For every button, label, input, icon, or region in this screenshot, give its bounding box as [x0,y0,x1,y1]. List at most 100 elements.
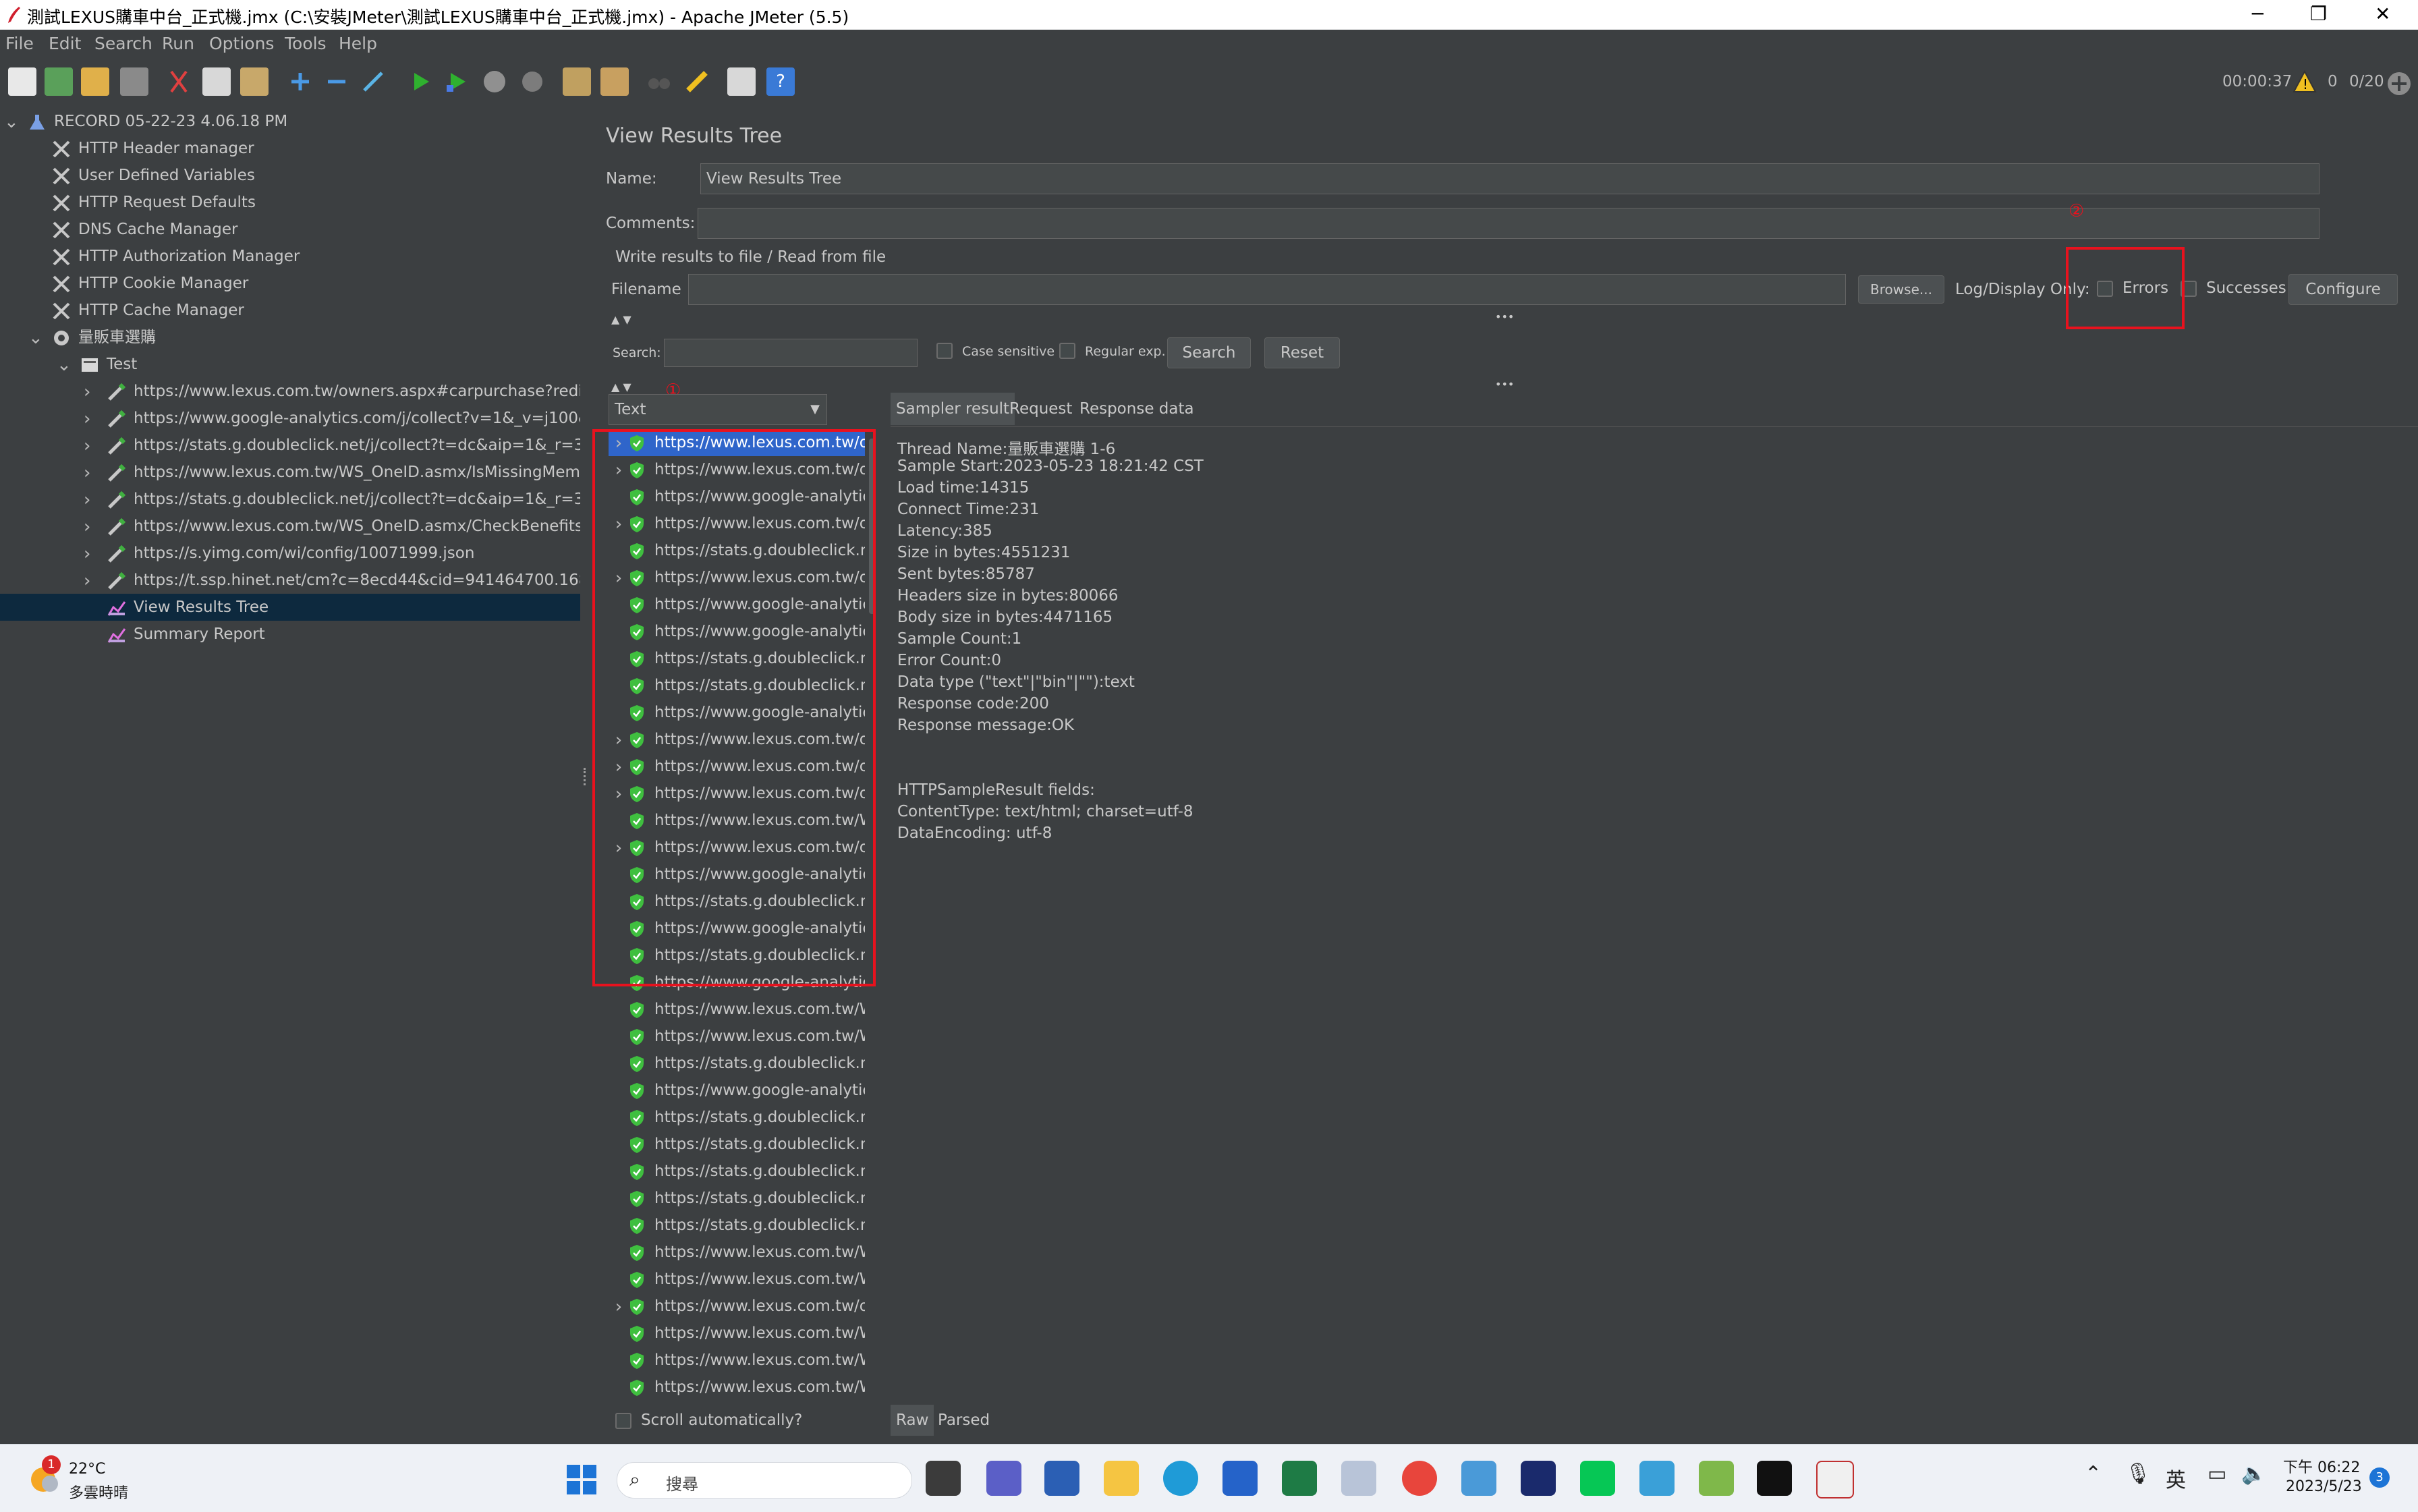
result-row[interactable]: https://stats.g.doubleclick.ne [609,1158,865,1185]
start-no-pause-icon[interactable] [443,67,471,96]
close-button[interactable]: ✕ [2375,3,2390,25]
result-row[interactable]: https://www.lexus.com.tw/W [609,1023,865,1050]
collapse-chevron-icon[interactable]: ⌄ [4,113,19,131]
expand-chevron-icon[interactable]: › [609,1293,629,1320]
terminal-icon[interactable] [1757,1461,1792,1496]
menu-run[interactable]: Run [162,34,194,53]
name-input[interactable]: View Results Tree [700,163,2319,194]
configure-button[interactable]: Configure [2288,274,2398,305]
warning-icon[interactable]: ! [2293,70,2317,93]
tree-sampler[interactable]: https://www.google-analytics.com/j/colle… [107,405,613,432]
network-icon[interactable]: ▭ [2208,1462,2226,1486]
stop-icon[interactable] [480,67,509,96]
tab-sampler-result[interactable]: Sampler result [891,393,1015,425]
start-icon[interactable] [406,67,434,96]
word-icon[interactable] [1044,1461,1079,1496]
regular-exp-checkbox[interactable] [1059,343,1075,359]
paste-icon[interactable] [240,67,269,96]
result-row[interactable]: https://stats.g.doubleclick.ne [609,1212,865,1239]
tree-sampler[interactable]: https://www.lexus.com.tw/WS_OneID.asmx/C… [107,513,613,540]
tree-config-item[interactable]: DNS Cache Manager [51,216,237,243]
help-icon[interactable]: ? [766,67,795,96]
filename-input[interactable] [688,274,1846,305]
tree-controller[interactable]: Test [80,351,137,378]
jmeter-taskbar-icon[interactable] [1816,1461,1854,1499]
save-icon[interactable] [120,67,148,96]
expand-chevron-icon[interactable]: › [84,545,96,563]
shutdown-icon[interactable] [518,67,546,96]
line-icon[interactable] [1580,1461,1615,1496]
tab-response-data[interactable]: Response data [1079,393,1194,425]
clock-time[interactable]: 下午 06:22 [2283,1455,2360,1477]
result-row[interactable]: https://stats.g.doubleclick.ne [609,1185,865,1212]
expand-icon[interactable] [286,67,314,96]
expand-chevron-icon[interactable]: › [84,572,96,590]
clear-icon[interactable] [563,67,591,96]
tree-config-item[interactable]: HTTP Cookie Manager [51,270,248,297]
result-row[interactable]: https://www.lexus.com.tw/W [609,1347,865,1374]
photos-icon[interactable] [1341,1461,1376,1496]
tree-listener-view-results-tree[interactable]: View Results Tree [0,594,580,621]
tab-request[interactable]: Request [1009,393,1072,425]
tree-config-item[interactable]: User Defined Variables [51,162,255,189]
scroll-automatically-checkbox[interactable] [615,1413,631,1429]
minimize-button[interactable]: ─ [2252,3,2264,25]
result-row[interactable]: https://www.lexus.com.tw/W [609,1266,865,1293]
templates-icon[interactable] [45,67,73,96]
browse-button[interactable]: Browse... [1858,275,1944,304]
menu-options[interactable]: Options [209,34,274,53]
snipping-tool-icon[interactable] [1639,1461,1675,1496]
expand-chevron-icon[interactable]: › [84,383,96,401]
edge-icon[interactable] [1163,1461,1198,1496]
result-row[interactable]: https://www.lexus.com.tw/W [609,1320,865,1347]
chat-icon[interactable] [986,1461,1021,1496]
chrome-icon[interactable] [1402,1461,1437,1496]
menu-edit[interactable]: Edit [49,34,81,53]
notification-badge[interactable]: 3 [2369,1467,2390,1488]
reset-button[interactable]: Reset [1264,337,1340,368]
collapse-arrows-icon[interactable]: ▲ ▼ [611,313,631,326]
result-row[interactable]: https://stats.g.doubleclick.ne [609,1050,865,1077]
tree-config-item[interactable]: HTTP Header manager [51,135,254,162]
toggle-icon[interactable] [359,67,387,96]
expand-chevron-icon[interactable]: › [84,410,96,428]
ime-indicator[interactable]: 英 [2166,1463,2186,1493]
menu-file[interactable]: File [5,34,34,53]
tree-config-item[interactable]: HTTP Cache Manager [51,297,244,324]
open-icon[interactable] [81,67,109,96]
expand-chevron-icon[interactable]: › [84,437,96,455]
tree-listener-summary-report[interactable]: Summary Report [107,621,265,648]
tree-thread-group[interactable]: 量販車選購 [51,324,156,351]
result-row[interactable]: › https://www.lexus.com.tw/ow [609,1293,865,1320]
case-sensitive-checkbox[interactable] [936,343,953,359]
collapse-arrows-icon[interactable]: ▲ ▼ [611,381,631,393]
tree-sampler[interactable]: https://s.yimg.com/wi/config/10071999.js… [107,540,474,567]
task-view-icon[interactable] [926,1461,961,1496]
result-row[interactable]: https://www.lexus.com.tw/W [609,1374,865,1401]
new-icon[interactable] [8,67,36,96]
splitter-dots-icon[interactable]: ••• [1495,310,1514,323]
webex-icon[interactable] [1521,1461,1556,1496]
app-icon[interactable] [1461,1461,1496,1496]
store-icon[interactable] [1222,1461,1258,1496]
function-helper-icon[interactable] [727,67,756,96]
maximize-button[interactable]: ❐ [2310,3,2327,25]
file-explorer-icon[interactable] [1104,1461,1139,1496]
copy-icon[interactable] [202,67,231,96]
search-icon[interactable] [645,67,673,96]
collapse-chevron-icon[interactable]: ⌄ [57,356,72,374]
result-row[interactable]: https://www.lexus.com.tw/W [609,996,865,1023]
collapse-chevron-icon[interactable]: ⌄ [28,329,43,347]
tree-config-item[interactable]: HTTP Request Defaults [51,189,256,216]
result-row[interactable]: https://www.lexus.com.tw/W [609,1239,865,1266]
tree-sampler[interactable]: https://stats.g.doubleclick.net/j/collec… [107,432,618,459]
search-input[interactable] [664,339,918,367]
tree-sampler[interactable]: https://www.lexus.com.tw/WS_OneID.asmx/I… [107,459,615,486]
expand-chevron-icon[interactable]: › [84,464,96,482]
tree-config-item[interactable]: HTTP Authorization Manager [51,243,300,270]
add-remote-icon[interactable] [2386,70,2413,97]
split-pane-divider[interactable] [580,108,591,1444]
microphone-icon[interactable]: 🎙 [2125,1462,2151,1486]
chevron-up-icon[interactable]: ⌃ [2085,1462,2102,1486]
menu-help[interactable]: Help [339,34,377,53]
